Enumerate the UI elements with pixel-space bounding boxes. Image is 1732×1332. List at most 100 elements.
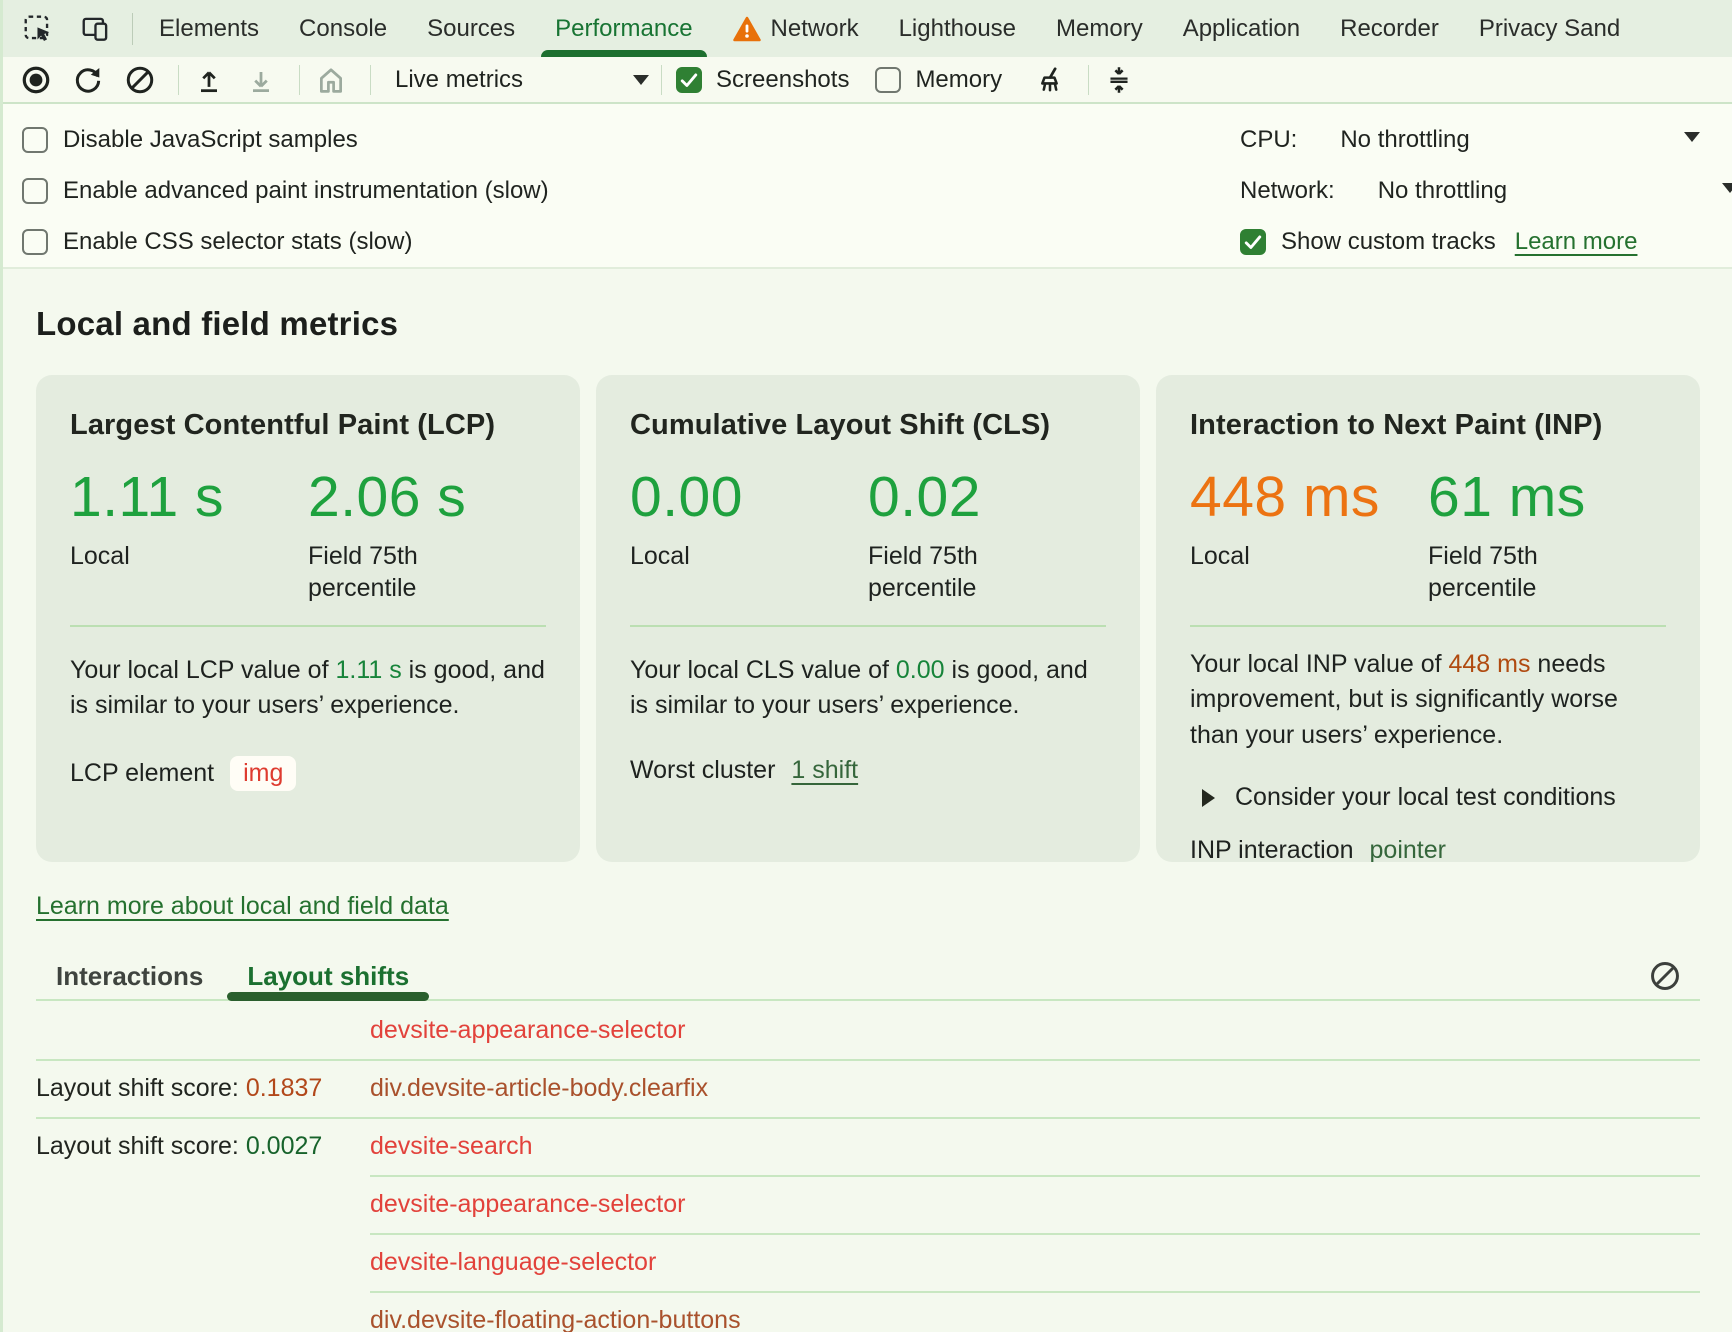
lcp-local-label: Local bbox=[70, 540, 308, 573]
chevron-down-icon bbox=[1684, 132, 1700, 142]
local-test-conditions-disclosure[interactable]: Consider your local test conditions bbox=[1190, 783, 1666, 812]
devtools-tab-strip: Elements Console Sources Performance Net… bbox=[0, 0, 1732, 57]
shift-element-link[interactable]: devsite-appearance-selector bbox=[370, 1016, 685, 1045]
cls-description: Your local CLS value of 0.00 is good, an… bbox=[630, 653, 1106, 724]
lcp-card-title: Largest Contentful Paint (LCP) bbox=[70, 409, 546, 442]
lcp-local-value: 1.11 s bbox=[70, 468, 308, 528]
chevron-down-icon bbox=[1722, 183, 1732, 193]
cpu-throttling-value: No throttling bbox=[1340, 126, 1469, 154]
inp-card-title: Interaction to Next Paint (INP) bbox=[1190, 409, 1666, 442]
panel-mode-select[interactable]: Live metrics bbox=[395, 66, 649, 94]
inp-inline-value: 448 ms bbox=[1449, 650, 1531, 678]
collapse-sections-icon[interactable] bbox=[1103, 64, 1135, 96]
chevron-down-icon bbox=[633, 75, 649, 85]
tab-interactions[interactable]: Interactions bbox=[36, 953, 223, 999]
learn-more-field-data-link[interactable]: Learn more about local and field data bbox=[36, 892, 449, 921]
divider bbox=[1088, 65, 1089, 95]
memory-label: Memory bbox=[915, 66, 1002, 94]
divider bbox=[370, 65, 371, 95]
score-value: 0.0027 bbox=[246, 1132, 322, 1160]
score-label: Layout shift score: bbox=[36, 1132, 246, 1160]
tab-privacy-sandbox[interactable]: Privacy Sand bbox=[1459, 0, 1640, 57]
device-toolbar-icon[interactable] bbox=[80, 13, 112, 45]
layout-shift-row: Layout shift score: 0.0027 devsite-searc… bbox=[36, 1117, 1700, 1175]
advanced-paint-checkbox[interactable] bbox=[22, 178, 48, 204]
cls-inline-value: 0.00 bbox=[896, 656, 945, 684]
lcp-field-label: Field 75th percentile bbox=[308, 540, 468, 605]
layout-shift-row: devsite-language-selector bbox=[36, 1233, 1700, 1291]
layout-shift-row: div.devsite-floating-action-buttons bbox=[36, 1291, 1700, 1332]
tab-performance[interactable]: Performance bbox=[535, 0, 712, 57]
cpu-label: CPU: bbox=[1240, 126, 1297, 154]
live-metrics-view: Local and field metrics Largest Contentf… bbox=[0, 267, 1732, 1332]
shift-element-link[interactable]: devsite-language-selector bbox=[370, 1248, 656, 1277]
inp-interaction-link[interactable]: pointer bbox=[1370, 836, 1446, 862]
inp-interaction-label: INP interaction bbox=[1190, 836, 1354, 862]
cpu-throttling-row[interactable]: CPU: No throttling bbox=[1240, 114, 1732, 165]
screenshots-checkbox-row[interactable]: Screenshots bbox=[676, 66, 849, 94]
inp-local-value: 448 ms bbox=[1190, 468, 1428, 528]
lcp-field-value: 2.06 s bbox=[308, 468, 546, 528]
record-icon[interactable] bbox=[20, 64, 52, 96]
memory-checkbox[interactable] bbox=[875, 67, 901, 93]
inp-description: Your local INP value of 448 ms needs imp… bbox=[1190, 647, 1666, 754]
screenshots-checkbox[interactable] bbox=[676, 67, 702, 93]
memory-checkbox-row[interactable]: Memory bbox=[875, 66, 1002, 94]
show-custom-tracks-checkbox[interactable] bbox=[1240, 229, 1266, 255]
divider bbox=[661, 65, 662, 95]
divider bbox=[299, 65, 300, 95]
worst-cluster-label: Worst cluster bbox=[630, 756, 775, 785]
disable-js-samples-checkbox[interactable] bbox=[22, 127, 48, 153]
shift-element-link[interactable]: devsite-appearance-selector bbox=[370, 1190, 685, 1219]
clear-log-icon[interactable] bbox=[1648, 959, 1682, 993]
tab-network[interactable]: Network bbox=[713, 0, 879, 57]
metric-cards: Largest Contentful Paint (LCP) 1.11 s Lo… bbox=[36, 375, 1700, 862]
score-label: Layout shift score: bbox=[36, 1074, 246, 1102]
log-tab-bar: Interactions Layout shifts bbox=[36, 953, 1700, 1001]
worst-cluster-link[interactable]: 1 shift bbox=[791, 756, 858, 785]
tab-application[interactable]: Application bbox=[1163, 0, 1320, 57]
layout-shift-row: devsite-appearance-selector bbox=[36, 1175, 1700, 1233]
shift-element-link[interactable]: div.devsite-article-body.clearfix bbox=[370, 1074, 708, 1103]
custom-tracks-learn-more-link[interactable]: Learn more bbox=[1515, 228, 1638, 256]
layout-shift-log: devsite-appearance-selector Layout shift… bbox=[36, 1001, 1700, 1332]
tab-layout-shifts[interactable]: Layout shifts bbox=[227, 953, 429, 999]
tab-sources[interactable]: Sources bbox=[407, 0, 535, 57]
tab-recorder[interactable]: Recorder bbox=[1320, 0, 1459, 57]
lcp-card: Largest Contentful Paint (LCP) 1.11 s Lo… bbox=[36, 375, 580, 862]
shift-element-link[interactable]: div.devsite-floating-action-buttons bbox=[370, 1306, 741, 1332]
inp-card: Interaction to Next Paint (INP) 448 ms L… bbox=[1156, 375, 1700, 862]
divider bbox=[70, 625, 546, 627]
inspect-element-icon[interactable] bbox=[22, 13, 54, 45]
mode-select-value: Live metrics bbox=[395, 66, 523, 94]
tab-console[interactable]: Console bbox=[279, 0, 407, 57]
garbage-collect-icon[interactable] bbox=[1034, 64, 1066, 96]
show-custom-tracks-label: Show custom tracks bbox=[1281, 228, 1496, 256]
inp-field-value: 61 ms bbox=[1428, 468, 1666, 528]
clear-icon[interactable] bbox=[124, 64, 156, 96]
upload-profile-icon[interactable] bbox=[193, 64, 225, 96]
css-selector-stats-label: Enable CSS selector stats (slow) bbox=[63, 228, 412, 256]
lcp-inline-value: 1.11 s bbox=[335, 656, 401, 684]
cls-card-title: Cumulative Layout Shift (CLS) bbox=[630, 409, 1106, 442]
divider bbox=[630, 625, 1106, 627]
local-test-conditions-label: Consider your local test conditions bbox=[1235, 783, 1616, 812]
css-selector-stats-checkbox[interactable] bbox=[22, 229, 48, 255]
tab-lighthouse[interactable]: Lighthouse bbox=[879, 0, 1036, 57]
divider bbox=[132, 13, 133, 45]
triangle-right-icon bbox=[1202, 789, 1215, 807]
network-throttling-row[interactable]: Network: No throttling bbox=[1240, 165, 1732, 216]
screenshots-label: Screenshots bbox=[716, 66, 849, 94]
shift-element-link[interactable]: devsite-search bbox=[370, 1132, 533, 1161]
lcp-element-node-badge[interactable]: img bbox=[230, 756, 296, 791]
advanced-paint-label: Enable advanced paint instrumentation (s… bbox=[63, 177, 549, 205]
layout-shift-row: devsite-appearance-selector bbox=[36, 1001, 1700, 1059]
reload-record-icon[interactable] bbox=[72, 64, 104, 96]
capture-options: Disable JavaScript samples Enable advanc… bbox=[0, 104, 1732, 267]
tab-memory[interactable]: Memory bbox=[1036, 0, 1163, 57]
disable-js-samples-label: Disable JavaScript samples bbox=[63, 126, 358, 154]
tab-elements[interactable]: Elements bbox=[139, 0, 279, 57]
show-custom-tracks-row[interactable]: Show custom tracks Learn more bbox=[1240, 216, 1732, 267]
network-label: Network: bbox=[1240, 177, 1335, 205]
inp-field-label: Field 75th percentile bbox=[1428, 540, 1588, 605]
